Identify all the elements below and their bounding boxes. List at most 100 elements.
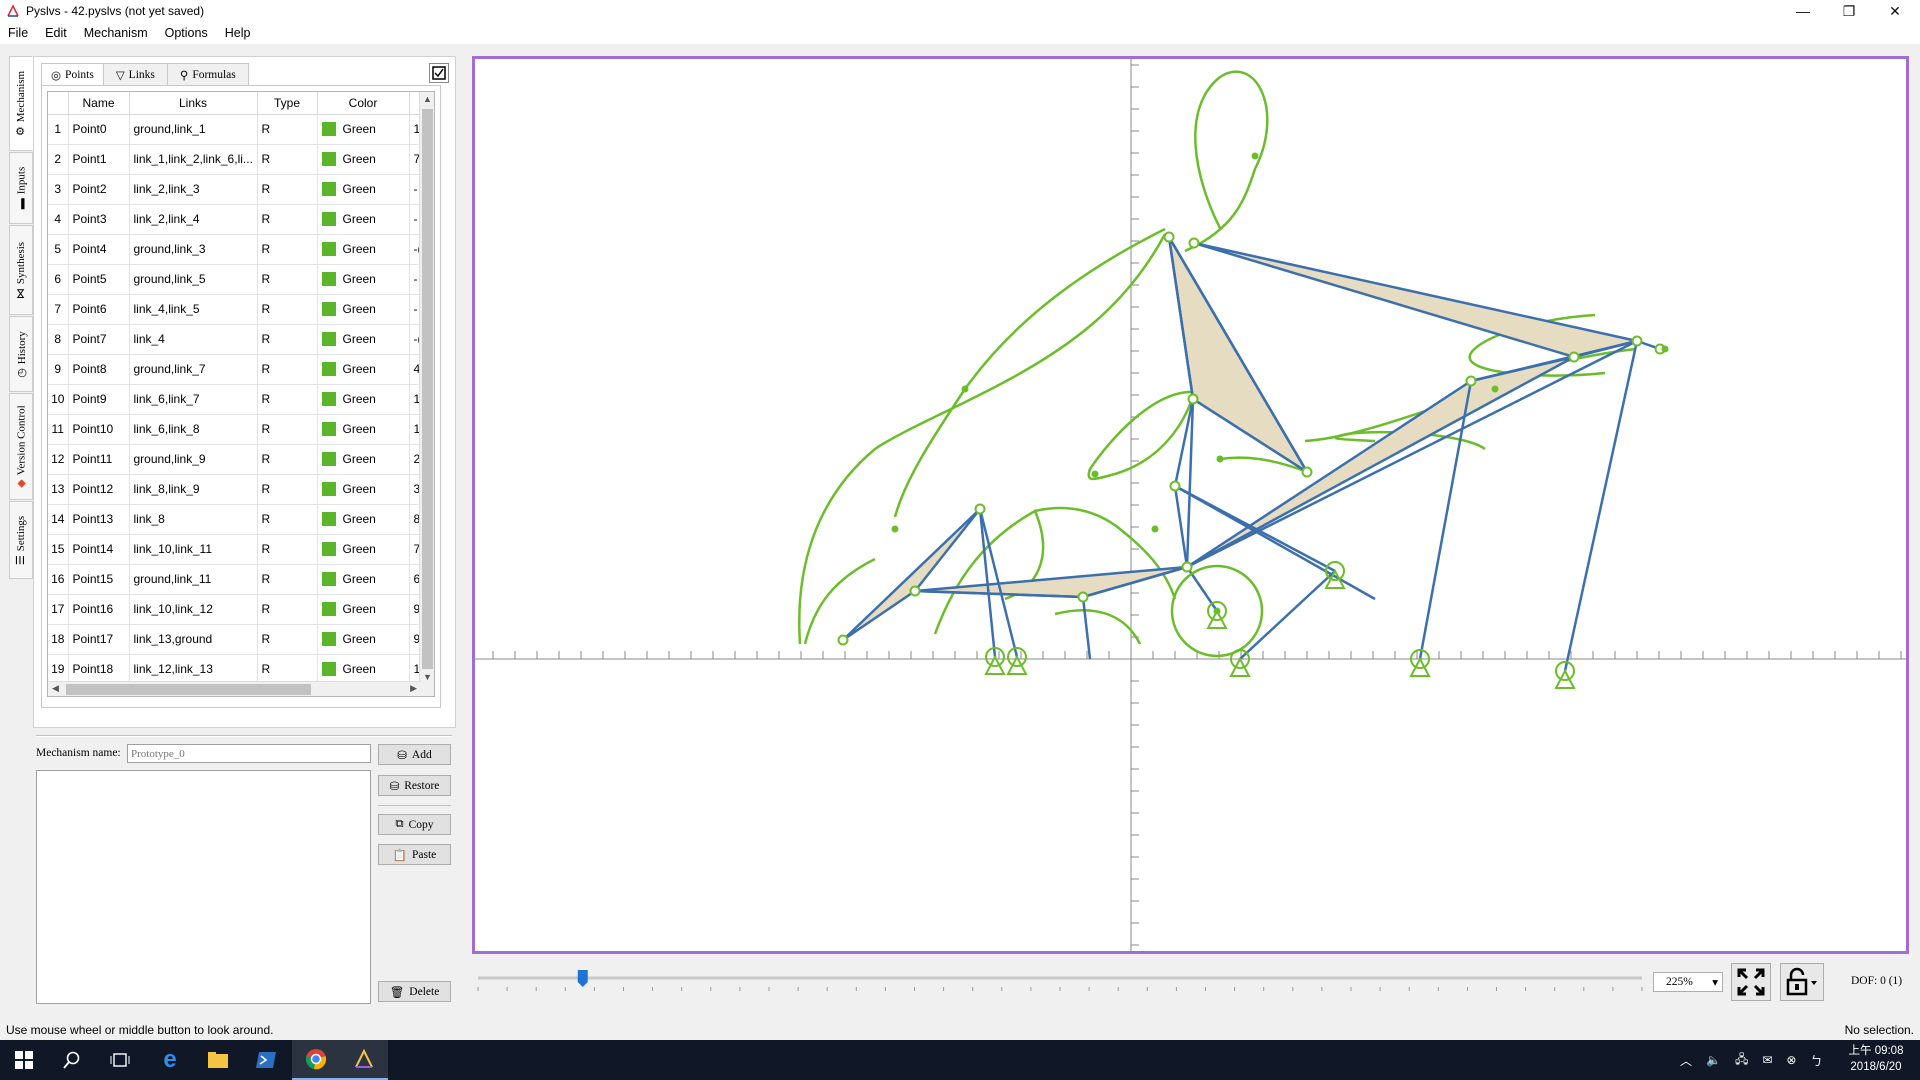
point-name-cell[interactable]: Point11	[68, 444, 130, 475]
row-number[interactable]: 16	[48, 564, 69, 595]
point-links-cell[interactable]: link_10,link_11	[129, 534, 258, 565]
minimize-button[interactable]: —	[1780, 0, 1826, 22]
table-row[interactable]: 8 Point7 link_4 R Green -(	[48, 324, 423, 355]
point-color-cell[interactable]: Green	[317, 324, 410, 355]
mechanism-name-input[interactable]	[127, 744, 371, 763]
tab-links[interactable]: ▽ Links	[102, 63, 168, 85]
row-number[interactable]: 2	[48, 144, 69, 175]
point-links-cell[interactable]: link_13,ground	[129, 624, 258, 655]
point-color-cell[interactable]: Green	[317, 354, 410, 385]
zoom-select[interactable]: 225% ▾	[1653, 972, 1723, 992]
table-row[interactable]: 19 Point18 link_12,link_13 R Green 1	[48, 654, 423, 685]
row-number[interactable]: 12	[48, 444, 69, 475]
point-color-cell[interactable]: Green	[317, 534, 410, 565]
close-circle-icon[interactable]: ⊗	[1786, 1053, 1796, 1067]
point-links-cell[interactable]: link_6,link_8	[129, 414, 258, 445]
start-button[interactable]	[0, 1040, 48, 1080]
point-color-cell[interactable]: Green	[317, 594, 410, 625]
point-type-cell[interactable]: R	[257, 204, 318, 235]
taskbar-clock[interactable]: 上午 09:08 2018/6/20	[1840, 1043, 1912, 1075]
point-links-cell[interactable]: ground,link_3	[129, 234, 258, 265]
point-name-cell[interactable]: Point6	[68, 294, 130, 325]
delete-button[interactable]: 🗑 Delete	[378, 981, 451, 1002]
row-number[interactable]: 6	[48, 264, 69, 295]
point-name-cell[interactable]: Point1	[68, 144, 130, 175]
chevron-up-icon[interactable]: ︿	[1680, 1052, 1692, 1069]
tab-synthesis[interactable]: ⋈ Synthesis	[9, 225, 33, 315]
header-type[interactable]: Type	[257, 92, 318, 115]
table-row[interactable]: 4 Point3 link_2,link_4 R Green -	[48, 204, 423, 235]
header-links[interactable]: Links	[129, 92, 258, 115]
point-links-cell[interactable]: ground,link_11	[129, 564, 258, 595]
point-name-cell[interactable]: Point4	[68, 234, 130, 265]
point-name-cell[interactable]: Point2	[68, 174, 130, 205]
point-type-cell[interactable]: R	[257, 144, 318, 175]
mechanism-list[interactable]	[36, 770, 371, 1004]
point-name-cell[interactable]: Point8	[68, 354, 130, 385]
point-links-cell[interactable]: link_8,link_9	[129, 474, 258, 505]
ime-icon[interactable]: ㄅ	[1810, 1052, 1822, 1069]
row-number[interactable]: 19	[48, 654, 69, 685]
point-name-cell[interactable]: Point17	[68, 624, 130, 655]
point-type-cell[interactable]: R	[257, 474, 318, 505]
point-color-cell[interactable]: Green	[317, 564, 410, 595]
point-links-cell[interactable]: link_4,link_5	[129, 294, 258, 325]
point-links-cell[interactable]: link_8	[129, 504, 258, 535]
point-color-cell[interactable]: Green	[317, 294, 410, 325]
table-row[interactable]: 17 Point16 link_10,link_12 R Green 9	[48, 594, 423, 625]
point-type-cell[interactable]: R	[257, 594, 318, 625]
slider-thumb[interactable]	[577, 970, 588, 987]
chrome-button[interactable]	[292, 1040, 340, 1080]
point-name-cell[interactable]: Point12	[68, 474, 130, 505]
point-links-cell[interactable]: ground,link_5	[129, 264, 258, 295]
tab-formulas[interactable]: ⚲ Formulas	[166, 63, 249, 85]
point-links-cell[interactable]: link_10,link_12	[129, 594, 258, 625]
point-type-cell[interactable]: R	[257, 174, 318, 205]
point-color-cell[interactable]: Green	[317, 234, 410, 265]
header-color[interactable]: Color	[317, 92, 410, 115]
table-row[interactable]: 18 Point17 link_13,ground R Green 9	[48, 624, 423, 655]
table-row[interactable]: 11 Point10 link_6,link_8 R Green 1	[48, 414, 423, 445]
menu-edit[interactable]: Edit	[37, 22, 76, 44]
point-color-cell[interactable]: Green	[317, 444, 410, 475]
point-links-cell[interactable]: link_2,link_3	[129, 174, 258, 205]
vertical-scroll-thumb[interactable]	[422, 109, 433, 669]
menu-file[interactable]: File	[0, 22, 37, 44]
point-type-cell[interactable]: R	[257, 654, 318, 685]
header-name[interactable]: Name	[68, 92, 130, 115]
point-type-cell[interactable]: R	[257, 414, 318, 445]
menu-mechanism[interactable]: Mechanism	[76, 22, 157, 44]
point-color-cell[interactable]: Green	[317, 174, 410, 205]
point-type-cell[interactable]: R	[257, 294, 318, 325]
point-color-cell[interactable]: Green	[317, 144, 410, 175]
pyslvs-taskbar-button[interactable]	[340, 1040, 388, 1080]
copy-button[interactable]: ⧉ Copy	[378, 814, 451, 835]
system-tray[interactable]: ︿ 🔈 🖧 ✉ ⊗ ㄅ	[1680, 1040, 1823, 1080]
search-button[interactable]	[48, 1040, 96, 1080]
tab-points[interactable]: ◎ Points	[41, 63, 104, 86]
point-type-cell[interactable]: R	[257, 324, 318, 355]
point-links-cell[interactable]: ground,link_7	[129, 354, 258, 385]
table-row[interactable]: 2 Point1 link_1,link_2,link_6,li... R Green 7	[48, 144, 423, 175]
point-color-cell[interactable]: Green	[317, 264, 410, 295]
row-number[interactable]: 15	[48, 534, 69, 565]
row-number[interactable]: 14	[48, 504, 69, 535]
table-row[interactable]: 3 Point2 link_2,link_3 R Green -	[48, 174, 423, 205]
paste-button[interactable]: 📋 Paste	[378, 844, 451, 865]
maximize-button[interactable]: ❐	[1826, 0, 1872, 22]
point-links-cell[interactable]: link_2,link_4	[129, 204, 258, 235]
point-color-cell[interactable]: Green	[317, 474, 410, 505]
row-number[interactable]: 17	[48, 594, 69, 625]
table-horizontal-scrollbar[interactable]: ◀ ▶	[48, 681, 421, 696]
point-type-cell[interactable]: R	[257, 234, 318, 265]
task-view-button[interactable]	[96, 1040, 144, 1080]
point-color-cell[interactable]: Green	[317, 624, 410, 655]
point-color-cell[interactable]: Green	[317, 414, 410, 445]
point-color-cell[interactable]: Green	[317, 114, 410, 145]
point-name-cell[interactable]: Point14	[68, 534, 130, 565]
point-type-cell[interactable]: R	[257, 114, 318, 145]
table-row[interactable]: 13 Point12 link_8,link_9 R Green 3	[48, 474, 423, 505]
point-name-cell[interactable]: Point10	[68, 414, 130, 445]
menu-help[interactable]: Help	[217, 22, 260, 44]
table-vertical-scrollbar[interactable]: ▲ ▼	[419, 92, 434, 696]
